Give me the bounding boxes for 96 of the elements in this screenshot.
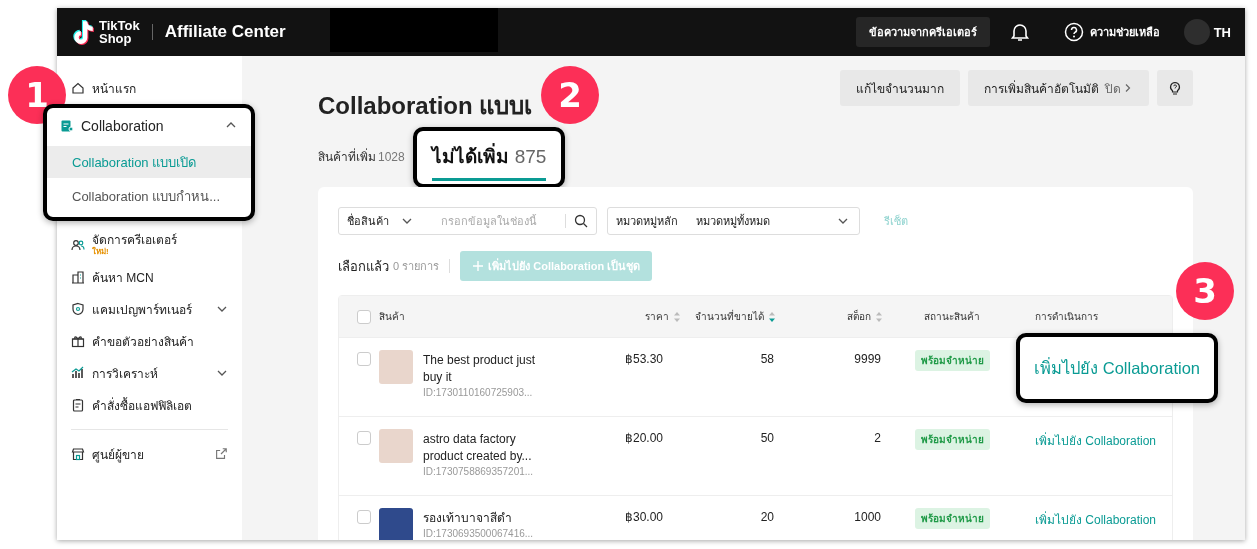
product-filter-bar[interactable]: ชื่อสินค้า กรอกข้อมูลในช่องนี้: [338, 207, 597, 235]
sidebar-item-label: การวิเคราะห์: [92, 365, 159, 383]
column-header: สต็อก: [847, 309, 871, 324]
category-value: หมวดหมู่ทั้งหมด: [696, 213, 771, 230]
row-checkbox[interactable]: [357, 510, 371, 524]
help-icon: [1063, 22, 1084, 42]
add-to-collaboration-link[interactable]: เพิ่มไปยัง Collaboration: [1021, 510, 1172, 529]
help-button[interactable]: [1157, 70, 1193, 106]
auto-add-label: การเพิ่มสินค้าอัตโนมัติ: [984, 79, 1099, 98]
help-link[interactable]: ความช่วยเหลือ: [1089, 23, 1160, 41]
column-header: ราคา: [645, 310, 669, 324]
auto-add-status: ปิด: [1105, 80, 1121, 98]
product-id: ID:1730758869357201...: [423, 465, 535, 479]
sidebar-subitem[interactable]: Collaboration แบบกำหน...: [47, 180, 251, 212]
bulk-edit-button[interactable]: แก้ไขจำนวนมาก: [840, 70, 960, 106]
sidebar-item-label: Collaboration: [81, 118, 165, 134]
clipboard-icon: [71, 398, 85, 412]
sidebar-item-label: หน้าแรก: [92, 80, 137, 98]
sold-count-cell-text: 50: [759, 431, 775, 445]
tab[interactable]: สินค้าที่เพิ่ม 1028: [318, 140, 405, 174]
sidebar-item-label: คำสั่งซื้อแอฟฟิลิเอต: [92, 396, 193, 415]
status-tag: พร้อมจำหน่าย: [914, 429, 990, 450]
add-to-collaboration-link[interactable]: เพิ่มไปยัง Collaboration: [1021, 431, 1172, 450]
sidebar-item-label: จัดการครีเอเตอร์: [92, 234, 178, 247]
page-title: Collaboration แบบเ: [318, 91, 533, 121]
sidebar-item[interactable]: คำสั่งซื้อแอฟฟิลิเอต: [67, 389, 242, 421]
search-icon: [574, 214, 588, 228]
product-photo-placeholder: [379, 508, 413, 540]
stock-cell-text: 2: [873, 431, 882, 445]
select-all-checkbox[interactable]: [357, 309, 371, 324]
avatar[interactable]: [1183, 19, 1210, 45]
product-id: ID:1730110160725903...: [423, 386, 534, 400]
sidebar-item-label: ค้นหา MCN: [92, 269, 155, 287]
bar-chart-icon: [71, 366, 85, 380]
sidebar-item[interactable]: หน้าแรก: [67, 72, 242, 104]
sort-icon[interactable]: [875, 310, 883, 323]
stock-cell-text: 9999: [853, 352, 882, 366]
sidebar-item-label: ศูนย์ผู้ขาย: [92, 446, 145, 464]
selected-label: เลือกแล้ว: [338, 257, 389, 276]
column-header: สถานะสินค้า: [924, 310, 980, 324]
logo-text: TikTok: [99, 19, 140, 32]
price-cell-text: ฿53.30: [625, 352, 665, 366]
auto-add-button[interactable]: การเพิ่มสินค้าอัตโนมัติ ปิด: [968, 70, 1149, 106]
new-label: ใหม่!: [92, 247, 110, 256]
product-photo-placeholder: [379, 350, 413, 384]
selected-count: 0 รายการ: [393, 259, 440, 274]
status-tag: พร้อมจำหน่าย: [914, 350, 990, 371]
product-photo-placeholder: [379, 429, 413, 463]
row-checkbox[interactable]: [357, 431, 371, 445]
product-name[interactable]: รองเท้าบาจาสีดำ: [423, 510, 545, 527]
column-header: จำนวนที่ขายได้: [695, 309, 764, 324]
language-label[interactable]: TH: [1213, 24, 1231, 40]
tiktok-note-logo-icon: [71, 19, 95, 45]
sidebar-item[interactable]: จัดการครีเอเตอร์ ใหม่!: [67, 229, 242, 261]
store-icon: [71, 447, 85, 461]
home-icon: [71, 81, 85, 95]
logo-text: Shop: [99, 32, 133, 45]
row-checkbox[interactable]: [357, 352, 371, 366]
column-header: การดำเนินการ: [1035, 310, 1098, 324]
people-icon: [71, 238, 85, 252]
building-icon: [71, 270, 85, 284]
shield-icon: [71, 302, 85, 316]
plus-icon: [472, 260, 485, 272]
status-tag: พร้อมจำหน่าย: [914, 508, 990, 529]
sidebar-item[interactable]: ค้นหา MCN: [67, 261, 242, 293]
gift-icon: [71, 334, 85, 348]
stock-cell-text: 1000: [853, 510, 882, 524]
tab[interactable]: ไม่ได้เพิ่ม 875: [431, 136, 547, 181]
document-person-icon: [60, 119, 74, 133]
creator-messages-button[interactable]: ข้อความจากครีเอเตอร์: [855, 17, 990, 47]
sort-icon[interactable]: [673, 310, 681, 323]
app-name: Affiliate Center: [164, 22, 286, 42]
external-link-icon: [214, 447, 228, 461]
category-dropdown[interactable]: หมวดหมู่หลัก หมวดหมู่ทั้งหมด: [607, 207, 860, 235]
search-input-field[interactable]: กรอกข้อมูลในช่องนี้: [439, 214, 566, 228]
add-to-collaboration-link[interactable]: เพิ่มไปยัง Collaboration: [1034, 359, 1200, 377]
chevron-right-icon: [1123, 83, 1133, 93]
lightbulb-question-icon: [1168, 81, 1182, 95]
price-cell-text: ฿30.00: [625, 510, 665, 524]
product-name[interactable]: The best product just buy it: [423, 352, 545, 386]
sidebar-item-label: คำขอตัวอย่างสินค้า: [92, 333, 195, 351]
sort-icon[interactable]: [768, 310, 776, 323]
column-header: สินค้า: [379, 310, 405, 324]
sold-count-cell-text: 58: [759, 352, 775, 366]
sidebar-item[interactable]: การวิเคราะห์: [67, 357, 242, 389]
sold-count-cell-text: 20: [759, 510, 775, 524]
product-name[interactable]: astro data factory product created by...: [423, 431, 545, 465]
price-cell-text: ฿20.00: [625, 431, 665, 445]
product-id: ID:1730693500067416...: [423, 527, 535, 540]
bell-icon[interactable]: [1009, 22, 1030, 42]
sidebar-item[interactable]: ศูนย์ผู้ขาย: [67, 438, 242, 470]
sidebar-item[interactable]: แคมเปญพาร์ทเนอร์: [67, 293, 242, 325]
category-label: หมวดหมู่หลัก: [616, 214, 678, 230]
field-select-value: ชื่อสินค้า: [347, 212, 389, 229]
sidebar-item-label: แคมเปญพาร์ทเนอร์: [92, 301, 193, 319]
sidebar-item[interactable]: คำขอตัวอย่างสินค้า: [67, 325, 242, 357]
